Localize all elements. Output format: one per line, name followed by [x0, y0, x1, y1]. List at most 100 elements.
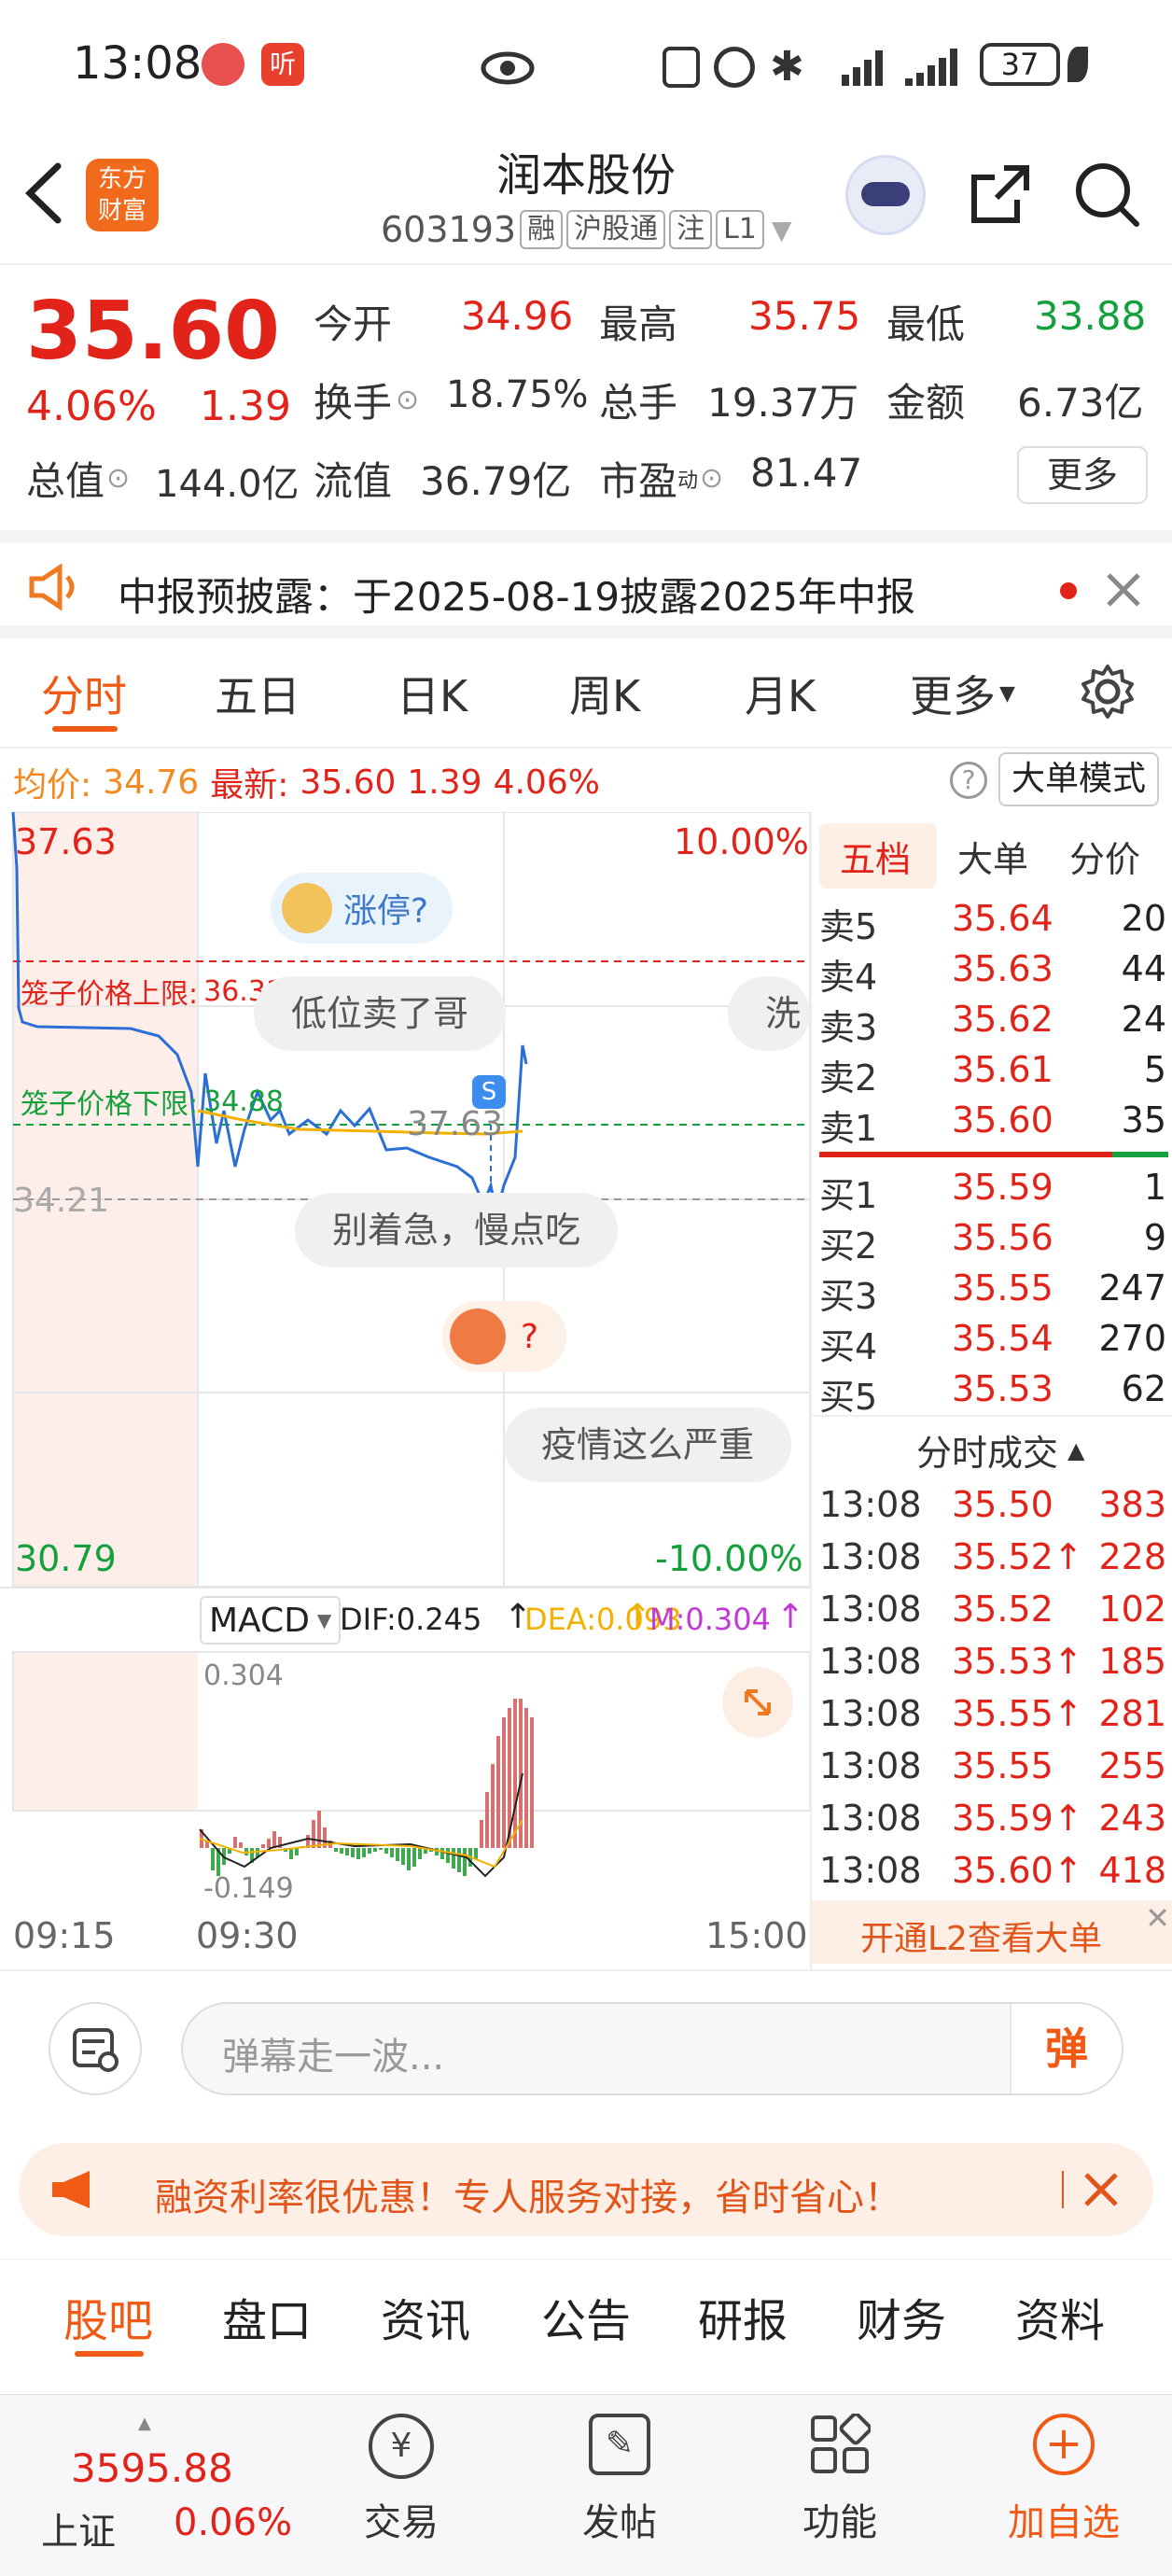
big-order-mode-button[interactable]: 大单模式: [998, 752, 1159, 806]
search-icon[interactable]: [1073, 161, 1140, 228]
danmaku-bubble[interactable]: ?: [442, 1301, 567, 1372]
danmaku-send-button[interactable]: 弹: [1010, 2004, 1122, 2093]
nav-functions[interactable]: 功能: [774, 2414, 905, 2546]
tick-row: 13:08 35.52 102: [819, 1583, 1166, 1635]
promo-banner[interactable]: 融资利率很优惠！专人服务对接，省时省心！: [19, 2143, 1153, 2236]
macd-dea-line: [199, 1819, 523, 1869]
tab-news[interactable]: 资讯: [381, 2284, 470, 2349]
volume-label: 总手: [599, 380, 678, 426]
tab-weekly-k[interactable]: 周K: [569, 663, 640, 724]
info-icon[interactable]: ⊙: [396, 384, 419, 416]
macd-histogram-bar: [334, 1848, 338, 1852]
tick-row-volume: 102: [1098, 1589, 1166, 1630]
close-icon[interactable]: ✕: [1145, 1900, 1170, 1936]
tab-forum[interactable]: 股吧: [63, 2284, 153, 2349]
tab-five-day[interactable]: 五日: [215, 663, 300, 724]
dropdown-icon[interactable]: ▼: [772, 215, 792, 245]
macd-histogram-bar: [317, 1811, 321, 1848]
s-badge-icon[interactable]: S: [472, 1075, 506, 1109]
tab-monthly-k[interactable]: 月K: [745, 663, 816, 724]
l2-banner[interactable]: 开通L2查看大单 ✕: [812, 1900, 1172, 1964]
macd-histogram-bar: [491, 1764, 495, 1848]
high-value: 35.75: [748, 293, 861, 339]
close-icon[interactable]: [1103, 569, 1144, 610]
tab-orderbook[interactable]: 盘口: [222, 2284, 312, 2349]
yuan-exchange-icon: ¥: [369, 2414, 434, 2479]
turnover-value: 18.75%: [446, 373, 589, 416]
danmaku-bubble[interactable]: 涨停?: [271, 873, 453, 944]
macd-group: [199, 1699, 534, 1878]
close-icon[interactable]: [1079, 2167, 1123, 2212]
ting-icon: 听: [261, 43, 304, 86]
danmaku-bubble[interactable]: 洗: [728, 976, 810, 1051]
float-value: 36.79亿: [420, 458, 572, 504]
settings-gear-icon[interactable]: [1079, 663, 1137, 721]
nav-post[interactable]: ✎ 发帖: [554, 2414, 685, 2546]
macd-histogram-bar: [295, 1848, 299, 1855]
bid-row: 买4 35.54 270: [819, 1312, 1166, 1367]
tick-row: 13:08 35.55 255: [819, 1740, 1166, 1792]
macd-histogram-bar: [480, 1820, 483, 1848]
macd-m-arrow: ↑: [776, 1598, 805, 1636]
danmaku-bubble[interactable]: 低位卖了哥: [254, 976, 507, 1051]
latest-pct: 4.06%: [493, 763, 600, 802]
tab-intraday-underline: [52, 726, 118, 732]
open-value: 34.96: [461, 293, 574, 339]
nfc-icon: [663, 47, 700, 88]
share-icon[interactable]: [967, 162, 1032, 228]
tab-price-dist[interactable]: 分价: [1069, 831, 1140, 882]
tab-big-orders[interactable]: 大单: [957, 831, 1028, 882]
mktcap-label: 总值 ⊙: [26, 458, 131, 504]
tick-row-label: 13:08: [819, 1693, 922, 1734]
macd-histogram-bar: [440, 1848, 444, 1859]
latest-change: 1.39: [407, 763, 482, 802]
bid-row-price: 35.54: [952, 1318, 1053, 1359]
stock-code-line: 603193 融 沪股通 注 L1 ▼: [381, 209, 791, 250]
alarm-icon: [714, 47, 755, 88]
tab-daily-k[interactable]: 日K: [397, 663, 467, 724]
intraday-info-line: 均价: 34.76 最新: 35.60 1.39 4.06%: [13, 758, 600, 806]
macd-histogram-bar: [211, 1848, 215, 1870]
tick-row-volume: 281: [1098, 1693, 1166, 1734]
macd-top-label: 0.304: [203, 1659, 284, 1692]
nav-trade[interactable]: ¥ 交易: [336, 2414, 467, 2546]
tab-profile[interactable]: 资料: [1015, 2284, 1105, 2349]
y-top-pct-label: 10.00%: [674, 821, 809, 862]
time-label-close: 15:00: [705, 1915, 808, 1956]
tick-row-price: 35.50: [952, 1484, 1053, 1525]
nav-add-watchlist[interactable]: + 加自选: [989, 2414, 1138, 2546]
notice-bar[interactable]: 中报预披露：于2025-08-19披露2025年中报: [0, 530, 1172, 638]
dropdown-icon: ▼: [999, 681, 1015, 706]
tag-margin: 融: [520, 210, 564, 249]
tab-research[interactable]: 研报: [698, 2284, 788, 2349]
danmaku-bubble[interactable]: 别着急，慢点吃: [295, 1193, 619, 1267]
help-icon[interactable]: ?: [950, 762, 987, 799]
tab-announcements[interactable]: 公告: [541, 2284, 631, 2349]
ticks-title[interactable]: 分时成交 ▲: [916, 1424, 1084, 1476]
danmaku-bubble[interactable]: 疫情这么严重: [504, 1407, 792, 1482]
bid-list: 买1 35.59 1 买2 35.56 9 买3 35.55 247 买4 35.54 270 买5 35…: [819, 1161, 1166, 1418]
tick-row-volume: 418: [1098, 1850, 1166, 1891]
ask-row-label: 卖4: [819, 957, 878, 998]
danmaku-settings-icon[interactable]: [49, 2002, 142, 2095]
tab-more[interactable]: 更多 ▼: [910, 663, 1015, 724]
macd-dif: DIF:0.245: [340, 1602, 482, 1637]
robot-avatar-icon[interactable]: [845, 155, 926, 235]
more-button[interactable]: 更多: [1017, 446, 1148, 504]
info-icon[interactable]: ⊙: [700, 462, 723, 495]
tick-row-volume: 383: [1098, 1484, 1166, 1525]
macd-histogram-bar: [474, 1848, 478, 1859]
tab-financials[interactable]: 财务: [857, 2284, 946, 2349]
ask-row-volume: 20: [1121, 898, 1166, 939]
tab-five-level[interactable]: 五档: [840, 831, 911, 882]
info-icon[interactable]: ⊙: [106, 462, 130, 495]
l2-banner-text: 开通L2查看大单: [860, 1920, 1102, 1958]
expand-icon[interactable]: [722, 1667, 793, 1738]
tick-row-label: 13:08: [819, 1641, 922, 1682]
danmaku-input[interactable]: 弹幕走一波... 弹: [181, 2002, 1123, 2095]
tab-intraday[interactable]: 分时: [41, 663, 127, 724]
y-bottom-pct-label: -10.00%: [655, 1538, 803, 1579]
add-circle-icon: +: [1033, 2414, 1095, 2475]
index-quote[interactable]: ▲ 3595.88 上证 0.06%: [34, 2414, 304, 2554]
macd-selector[interactable]: MACD ▼: [200, 1596, 342, 1645]
